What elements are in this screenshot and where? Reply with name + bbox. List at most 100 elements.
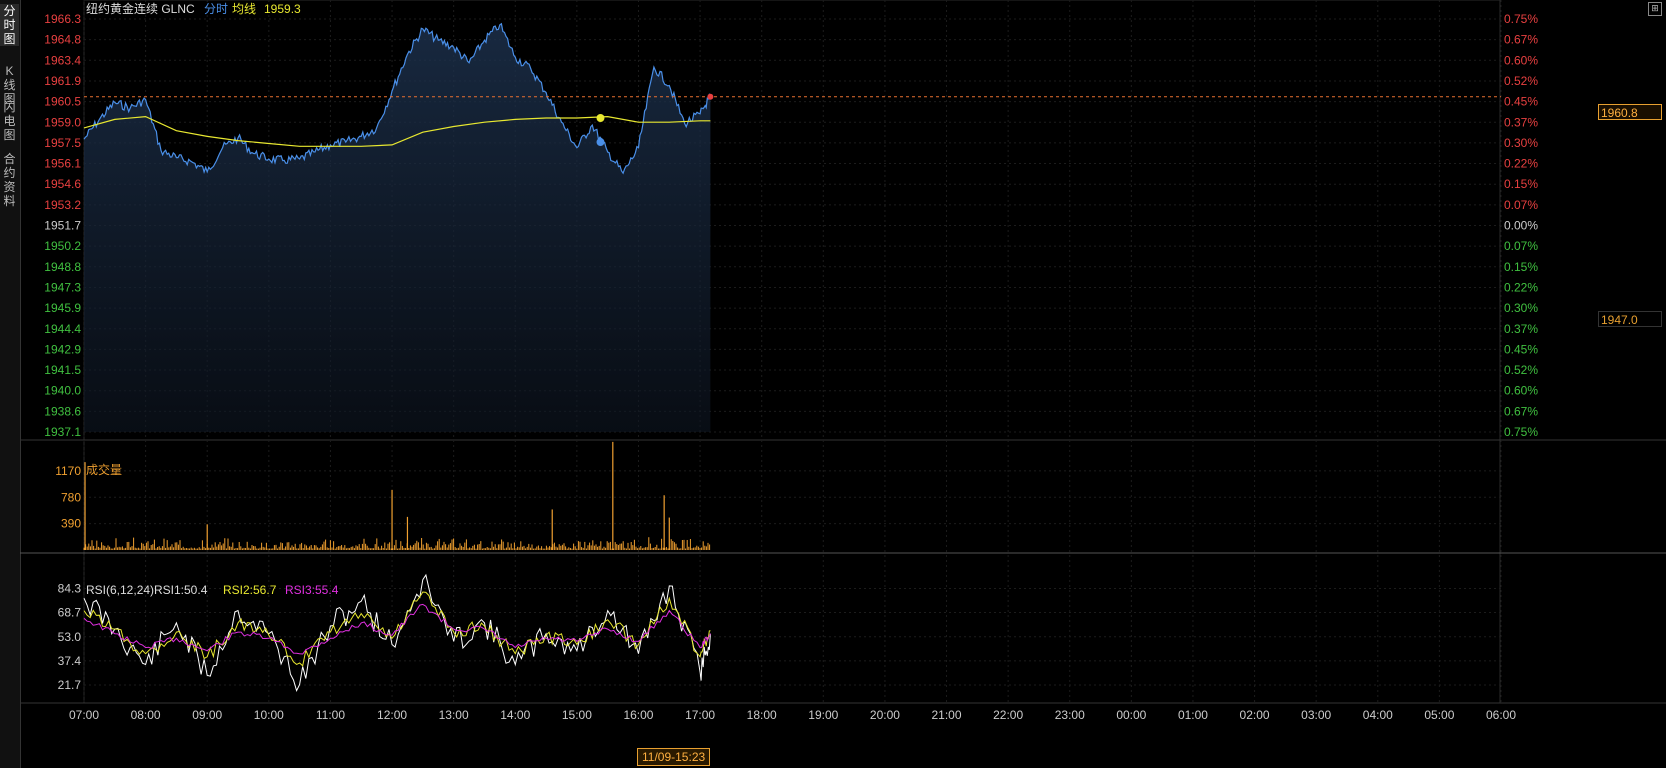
price-tick-label: 1944.4 — [44, 322, 81, 336]
price-tick-label: 1964.8 — [44, 33, 81, 47]
x-tick-label: 03:00 — [1301, 708, 1331, 722]
crosshair-time-tag: 11/09-15:23 — [637, 748, 711, 766]
price-tick-label: 1945.9 — [44, 301, 81, 315]
header-mode: 分时 — [204, 2, 228, 16]
rsi2-value: RSI2:56.7 — [223, 583, 277, 597]
x-tick-label: 09:00 — [192, 708, 222, 722]
x-tick-label: 14:00 — [500, 708, 530, 722]
crosshair-price-tag: 1947.0 — [1598, 311, 1662, 327]
x-tick-label: 00:00 — [1116, 708, 1146, 722]
intraday-chart[interactable]: 07:00 08:00 09:00 10:00 11:00 12:00 13:00 14:00… — [20, 0, 1666, 768]
x-tick-label: 05:00 — [1424, 708, 1454, 722]
tab-label-char: 合 — [3, 152, 16, 166]
pct-tick-label: 0.30% — [1504, 301, 1538, 315]
pct-tick-label: 0.07% — [1504, 239, 1538, 253]
rsi1-value: RSI1:50.4 — [154, 583, 208, 597]
rsi-tick-label: 37.4 — [58, 654, 82, 668]
rsi-tick-label: 21.7 — [58, 678, 82, 692]
expand-icon[interactable]: ⊞ — [1648, 2, 1662, 16]
tab-label-char: 图 — [3, 128, 16, 142]
price-tick-label: 1953.2 — [44, 198, 81, 212]
price-tick-label: 1938.6 — [44, 404, 81, 418]
x-tick-label: 12:00 — [377, 708, 407, 722]
last-price-tag: 1960.8 — [1598, 104, 1662, 120]
x-tick-label: 10:00 — [254, 708, 284, 722]
pct-tick-label: 0.00% — [1504, 219, 1538, 233]
pct-tick-label: 0.37% — [1504, 322, 1538, 336]
x-tick-label: 16:00 — [623, 708, 653, 722]
header-avg-value: 1959.3 — [264, 2, 301, 16]
rsi-tick-label: 53.0 — [58, 630, 82, 644]
x-tick-label: 23:00 — [1055, 708, 1085, 722]
crosshair-marker — [596, 114, 605, 123]
x-tick-label: 18:00 — [747, 708, 777, 722]
price-tick-label: 1956.1 — [44, 157, 81, 171]
x-tick-label: 11:00 — [316, 708, 345, 722]
price-tick-label: 1937.1 — [44, 425, 81, 439]
price-tick-label: 1959.0 — [44, 115, 81, 129]
header-avg-label: 均线 — [232, 2, 256, 16]
price-tick-label: 1966.3 — [44, 12, 81, 26]
price-tick-label: 1950.2 — [44, 239, 81, 253]
volume-tick-label: 1170 — [55, 464, 81, 478]
tab-label-char: 料 — [3, 194, 16, 208]
pct-tick-label: 0.07% — [1504, 198, 1538, 212]
x-tick-label: 08:00 — [131, 708, 161, 722]
x-tick-label: 15:00 — [562, 708, 592, 722]
rsi-tick-label: 84.3 — [58, 582, 82, 596]
pct-tick-label: 0.52% — [1504, 74, 1538, 88]
pct-tick-label: 0.15% — [1504, 177, 1538, 191]
pct-tick-label: 0.75% — [1504, 12, 1538, 26]
x-tick-label: 20:00 — [870, 708, 900, 722]
volume-title: 成交量 — [86, 462, 122, 477]
tab-label-char: 图 — [3, 32, 16, 46]
pct-tick-label: 0.67% — [1504, 404, 1538, 418]
tab-label-char: 时 — [3, 18, 16, 32]
price-tick-label: 1940.0 — [44, 384, 81, 398]
rsi-tick-label: 68.7 — [58, 606, 82, 620]
x-tick-label: 01:00 — [1178, 708, 1208, 722]
tab-label-char: 闪 — [3, 100, 16, 114]
tab-3[interactable]: 合约资料 — [0, 152, 19, 208]
price-tick-label: 1948.8 — [44, 260, 81, 274]
crosshair-marker — [596, 138, 605, 147]
price-tick-label: 1942.9 — [44, 342, 81, 356]
x-tick-label: 21:00 — [932, 708, 962, 722]
tab-label-char: 资 — [3, 180, 16, 194]
x-tick-label: 04:00 — [1363, 708, 1393, 722]
price-tick-label: 1960.5 — [44, 95, 81, 109]
pct-tick-label: 0.45% — [1504, 95, 1538, 109]
x-tick-label: 13:00 — [439, 708, 469, 722]
x-tick-label: 02:00 — [1240, 708, 1270, 722]
last-price-dot — [707, 93, 714, 100]
chart-canvas[interactable]: 07:00 08:00 09:00 10:00 11:00 12:00 13:00 14:00… — [20, 0, 1666, 768]
x-tick-label: 17:00 — [685, 708, 715, 722]
price-tick-label: 1941.5 — [44, 363, 81, 377]
x-tick-label: 19:00 — [808, 708, 838, 722]
price-tick-label: 1954.6 — [44, 177, 81, 191]
tab-label-char: 线 — [3, 78, 16, 92]
pct-tick-label: 0.22% — [1504, 157, 1538, 171]
x-tick-label: 06:00 — [1486, 708, 1516, 722]
price-tick-label: 1963.4 — [44, 53, 81, 67]
tab-0[interactable]: 分时图 — [0, 4, 19, 46]
pct-tick-label: 0.60% — [1504, 53, 1538, 67]
pct-tick-label: 0.22% — [1504, 280, 1538, 294]
pct-tick-label: 0.52% — [1504, 363, 1538, 377]
volume-tick-label: 780 — [61, 490, 81, 504]
tab-label-char: 电 — [3, 114, 16, 128]
volume-tick-label: 390 — [61, 517, 81, 531]
rsi3-value: RSI3:55.4 — [285, 583, 339, 597]
tab-2[interactable]: 闪电图 — [0, 100, 19, 142]
x-tick-label: 07:00 — [69, 708, 99, 722]
pct-tick-label: 0.75% — [1504, 425, 1538, 439]
price-tick-label: 1951.7 — [44, 219, 81, 233]
x-tick-label: 22:00 — [993, 708, 1023, 722]
pct-tick-label: 0.15% — [1504, 260, 1538, 274]
price-tick-label: 1961.9 — [44, 74, 81, 88]
price-tick-label: 1947.3 — [44, 280, 81, 294]
tab-label-char: 分 — [3, 4, 16, 18]
tab-label-char: K — [5, 64, 14, 78]
header-instrument: 纽约黄金连续 GLNC — [86, 1, 195, 16]
rsi-title: RSI(6,12,24) — [86, 583, 154, 597]
